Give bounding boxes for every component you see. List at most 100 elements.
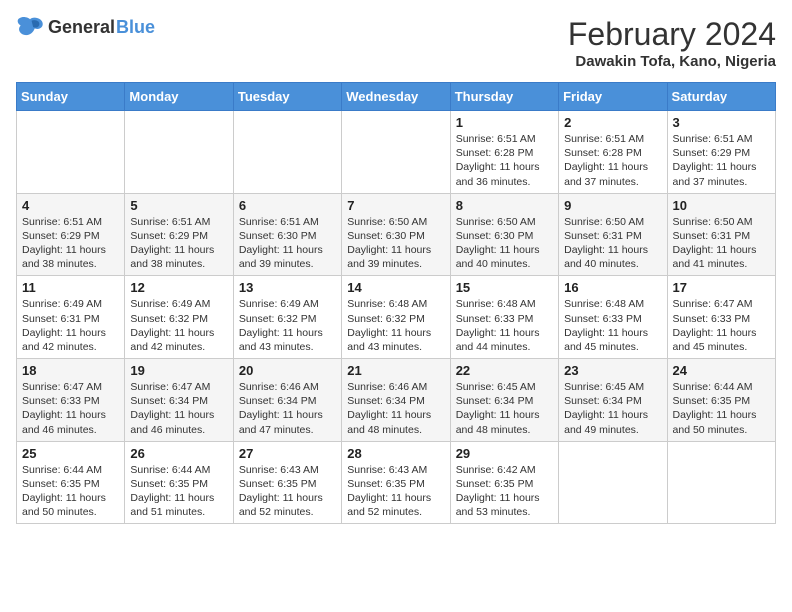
- day-info: Sunrise: 6:50 AM Sunset: 6:31 PM Dayligh…: [673, 215, 770, 272]
- day-number: 18: [22, 363, 119, 378]
- calendar-day-cell: 27 Sunrise: 6:43 AM Sunset: 6:35 PM Dayli…: [233, 441, 341, 524]
- day-number: 24: [673, 363, 770, 378]
- day-number: 23: [564, 363, 661, 378]
- location-subtitle: Dawakin Tofa, Kano, Nigeria: [568, 53, 776, 70]
- day-number: 7: [347, 198, 444, 213]
- title-area: February 2024 Dawakin Tofa, Kano, Nigeri…: [568, 16, 776, 70]
- calendar-week-row: 1 Sunrise: 6:51 AM Sunset: 6:28 PM Daylig…: [17, 111, 776, 194]
- calendar-day-cell: 22Sunrise: 6:45 AM Sunset: 6:34 PM Dayli…: [450, 359, 558, 442]
- calendar-day-cell: 12 Sunrise: 6:49 AM Sunset: 6:32 PM Dayli…: [125, 276, 233, 359]
- day-info: Sunrise: 6:51 AM Sunset: 6:28 PM Dayligh…: [564, 132, 661, 189]
- calendar-week-row: 25 Sunrise: 6:44 AM Sunset: 6:35 PM Dayli…: [17, 441, 776, 524]
- calendar-week-row: 4 Sunrise: 6:51 AM Sunset: 6:29 PM Daylig…: [17, 193, 776, 276]
- day-info: Sunrise: 6:44 AM Sunset: 6:35 PM Dayligh…: [130, 463, 227, 520]
- day-number: 4: [22, 198, 119, 213]
- day-of-week-header: Friday: [559, 83, 667, 111]
- calendar-day-cell: 15Sunrise: 6:48 AM Sunset: 6:33 PM Dayli…: [450, 276, 558, 359]
- day-number: 11: [22, 280, 119, 295]
- calendar-week-row: 18 Sunrise: 6:47 AM Sunset: 6:33 PM Dayli…: [17, 359, 776, 442]
- calendar-day-cell: 7 Sunrise: 6:50 AM Sunset: 6:30 PM Daylig…: [342, 193, 450, 276]
- day-info: Sunrise: 6:49 AM Sunset: 6:31 PM Dayligh…: [22, 297, 119, 354]
- calendar-day-cell: [559, 441, 667, 524]
- calendar-day-cell: 19 Sunrise: 6:47 AM Sunset: 6:34 PM Dayli…: [125, 359, 233, 442]
- day-number: 8: [456, 198, 553, 213]
- day-info: Sunrise: 6:51 AM Sunset: 6:29 PM Dayligh…: [130, 215, 227, 272]
- calendar-day-cell: 8 Sunrise: 6:50 AM Sunset: 6:30 PM Daylig…: [450, 193, 558, 276]
- calendar-day-cell: 16Sunrise: 6:48 AM Sunset: 6:33 PM Dayli…: [559, 276, 667, 359]
- day-of-week-header: Monday: [125, 83, 233, 111]
- day-of-week-header: Saturday: [667, 83, 775, 111]
- day-info: Sunrise: 6:49 AM Sunset: 6:32 PM Dayligh…: [239, 297, 336, 354]
- day-number: 20: [239, 363, 336, 378]
- calendar-day-cell: 23 Sunrise: 6:45 AM Sunset: 6:34 PM Dayli…: [559, 359, 667, 442]
- calendar-week-row: 11 Sunrise: 6:49 AM Sunset: 6:31 PM Dayli…: [17, 276, 776, 359]
- calendar-day-cell: 20 Sunrise: 6:46 AM Sunset: 6:34 PM Dayli…: [233, 359, 341, 442]
- day-number: 28: [347, 446, 444, 461]
- day-info: Sunrise: 6:50 AM Sunset: 6:30 PM Dayligh…: [347, 215, 444, 272]
- calendar-day-cell: 1Sunrise: 6:51 AM Sunset: 6:28 PM Daylig…: [450, 111, 558, 194]
- day-info: Sunrise: 6:47 AM Sunset: 6:33 PM Dayligh…: [673, 297, 770, 354]
- day-info: Sunrise: 6:48 AM Sunset: 6:32 PM Dayligh…: [347, 297, 444, 354]
- day-info: Sunrise: 6:45 AM Sunset: 6:34 PM Dayligh…: [564, 380, 661, 437]
- day-info: Sunrise: 6:50 AM Sunset: 6:31 PM Dayligh…: [564, 215, 661, 272]
- logo: General Blue: [16, 16, 155, 38]
- calendar-day-cell: 29 Sunrise: 6:42 AM Sunset: 6:35 PM Dayli…: [450, 441, 558, 524]
- calendar-table: SundayMondayTuesdayWednesdayThursdayFrid…: [16, 82, 776, 524]
- month-year-title: February 2024: [568, 16, 776, 53]
- day-info: Sunrise: 6:44 AM Sunset: 6:35 PM Dayligh…: [673, 380, 770, 437]
- day-info: Sunrise: 6:50 AM Sunset: 6:30 PM Dayligh…: [456, 215, 553, 272]
- day-of-week-header: Thursday: [450, 83, 558, 111]
- day-number: 12: [130, 280, 227, 295]
- logo-general-text: General: [48, 17, 115, 38]
- day-number: 5: [130, 198, 227, 213]
- day-number: 26: [130, 446, 227, 461]
- day-info: Sunrise: 6:51 AM Sunset: 6:29 PM Dayligh…: [673, 132, 770, 189]
- day-number: 21: [347, 363, 444, 378]
- calendar-day-cell: 26 Sunrise: 6:44 AM Sunset: 6:35 PM Dayli…: [125, 441, 233, 524]
- day-number: 9: [564, 198, 661, 213]
- calendar-day-cell: [125, 111, 233, 194]
- calendar-day-cell: 6 Sunrise: 6:51 AM Sunset: 6:30 PM Daylig…: [233, 193, 341, 276]
- calendar-day-cell: 14 Sunrise: 6:48 AM Sunset: 6:32 PM Dayli…: [342, 276, 450, 359]
- calendar-day-cell: [233, 111, 341, 194]
- day-number: 25: [22, 446, 119, 461]
- calendar-day-cell: 3 Sunrise: 6:51 AM Sunset: 6:29 PM Daylig…: [667, 111, 775, 194]
- calendar-day-cell: [17, 111, 125, 194]
- day-info: Sunrise: 6:51 AM Sunset: 6:30 PM Dayligh…: [239, 215, 336, 272]
- day-number: 3: [673, 115, 770, 130]
- calendar-day-cell: 21Sunrise: 6:46 AM Sunset: 6:34 PM Dayli…: [342, 359, 450, 442]
- day-info: Sunrise: 6:47 AM Sunset: 6:33 PM Dayligh…: [22, 380, 119, 437]
- day-number: 10: [673, 198, 770, 213]
- day-info: Sunrise: 6:46 AM Sunset: 6:34 PM Dayligh…: [239, 380, 336, 437]
- day-number: 1: [456, 115, 553, 130]
- calendar-day-cell: 18 Sunrise: 6:47 AM Sunset: 6:33 PM Dayli…: [17, 359, 125, 442]
- calendar-day-cell: [667, 441, 775, 524]
- calendar-day-cell: 9 Sunrise: 6:50 AM Sunset: 6:31 PM Daylig…: [559, 193, 667, 276]
- header: General Blue February 2024 Dawakin Tofa,…: [16, 16, 776, 70]
- calendar-day-cell: [342, 111, 450, 194]
- day-number: 14: [347, 280, 444, 295]
- day-info: Sunrise: 6:45 AM Sunset: 6:34 PM Dayligh…: [456, 380, 553, 437]
- day-info: Sunrise: 6:47 AM Sunset: 6:34 PM Dayligh…: [130, 380, 227, 437]
- day-number: 13: [239, 280, 336, 295]
- day-number: 6: [239, 198, 336, 213]
- calendar-day-cell: 5 Sunrise: 6:51 AM Sunset: 6:29 PM Daylig…: [125, 193, 233, 276]
- day-info: Sunrise: 6:42 AM Sunset: 6:35 PM Dayligh…: [456, 463, 553, 520]
- day-number: 27: [239, 446, 336, 461]
- logo-blue-text: Blue: [116, 17, 155, 38]
- calendar-day-cell: 4Sunrise: 6:51 AM Sunset: 6:29 PM Daylig…: [17, 193, 125, 276]
- day-number: 19: [130, 363, 227, 378]
- calendar-header-row: SundayMondayTuesdayWednesdayThursdayFrid…: [17, 83, 776, 111]
- calendar-day-cell: 11 Sunrise: 6:49 AM Sunset: 6:31 PM Dayli…: [17, 276, 125, 359]
- calendar-day-cell: 28Sunrise: 6:43 AM Sunset: 6:35 PM Dayli…: [342, 441, 450, 524]
- day-of-week-header: Sunday: [17, 83, 125, 111]
- calendar-day-cell: 2Sunrise: 6:51 AM Sunset: 6:28 PM Daylig…: [559, 111, 667, 194]
- day-info: Sunrise: 6:49 AM Sunset: 6:32 PM Dayligh…: [130, 297, 227, 354]
- day-info: Sunrise: 6:48 AM Sunset: 6:33 PM Dayligh…: [456, 297, 553, 354]
- calendar-day-cell: 25Sunrise: 6:44 AM Sunset: 6:35 PM Dayli…: [17, 441, 125, 524]
- day-number: 29: [456, 446, 553, 461]
- day-info: Sunrise: 6:48 AM Sunset: 6:33 PM Dayligh…: [564, 297, 661, 354]
- calendar-day-cell: 10 Sunrise: 6:50 AM Sunset: 6:31 PM Dayli…: [667, 193, 775, 276]
- calendar-day-cell: 17Sunrise: 6:47 AM Sunset: 6:33 PM Dayli…: [667, 276, 775, 359]
- day-info: Sunrise: 6:43 AM Sunset: 6:35 PM Dayligh…: [239, 463, 336, 520]
